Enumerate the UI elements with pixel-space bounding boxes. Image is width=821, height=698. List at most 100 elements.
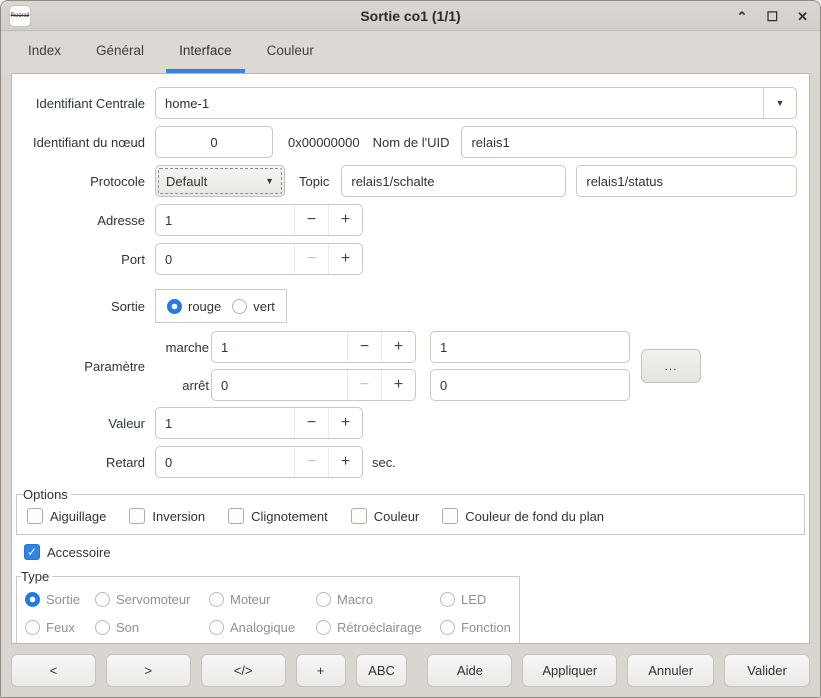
minus-icon: − bbox=[347, 370, 381, 400]
previous-button[interactable]: < bbox=[11, 654, 96, 687]
node-id-input[interactable]: 0 bbox=[155, 126, 273, 158]
delay-unit: sec. bbox=[372, 455, 396, 470]
parameter-off-label: arrêt bbox=[155, 378, 211, 393]
plus-icon[interactable]: + bbox=[328, 447, 362, 477]
checkbox-clignotement[interactable]: Clignotement bbox=[228, 508, 328, 524]
radio-type-sortie[interactable]: Sortie bbox=[25, 587, 95, 611]
interface-panel: Identifiant Centrale home-1 ▼ Identifian… bbox=[11, 73, 810, 644]
parameter-off-stepper[interactable]: 0 − + bbox=[211, 369, 416, 401]
checkbox-icon bbox=[27, 508, 43, 524]
minus-icon: − bbox=[294, 244, 328, 274]
maximize-icon[interactable]: ☐ bbox=[766, 10, 778, 23]
radio-type-analogique[interactable]: Analogique bbox=[209, 615, 316, 639]
more-options-button[interactable]: ... bbox=[641, 349, 701, 383]
type-legend: Type bbox=[21, 569, 52, 584]
port-stepper[interactable]: 0 − + bbox=[155, 243, 363, 275]
delay-stepper[interactable]: 0 − + bbox=[155, 446, 363, 478]
radio-type-son[interactable]: Son bbox=[95, 615, 209, 639]
plus-icon[interactable]: + bbox=[328, 408, 362, 438]
minus-icon[interactable]: − bbox=[347, 332, 381, 362]
radio-type-fonction[interactable]: Fonction bbox=[440, 615, 511, 639]
radio-type-son-label: Son bbox=[116, 620, 139, 635]
parameter-off-input[interactable]: 0 bbox=[430, 369, 630, 401]
radio-unselected-icon bbox=[95, 592, 110, 607]
node-id-row: Identifiant du nœud 0 0x00000000 Nom de … bbox=[12, 126, 809, 158]
checkbox-aiguillage[interactable]: Aiguillage bbox=[27, 508, 106, 524]
delay-label: Retard bbox=[12, 455, 155, 470]
checked-icon: ✓ bbox=[24, 544, 40, 560]
plus-icon[interactable]: + bbox=[328, 205, 362, 235]
value-row: Valeur 1 − + bbox=[12, 407, 809, 439]
plus-icon[interactable]: + bbox=[328, 244, 362, 274]
next-button[interactable]: > bbox=[106, 654, 191, 687]
abc-button[interactable]: ABC bbox=[356, 654, 408, 687]
radio-type-retroeclairage[interactable]: Rétroéclairage bbox=[316, 615, 440, 639]
tabbar: Index Général Interface Couleur bbox=[1, 31, 820, 73]
tab-interface[interactable]: Interface bbox=[166, 31, 245, 73]
parameter-on-stepper[interactable]: 1 − + bbox=[211, 331, 416, 363]
delay-value[interactable]: 0 bbox=[156, 447, 294, 477]
add-button[interactable]: + bbox=[296, 654, 346, 687]
value-stepper[interactable]: 1 − + bbox=[155, 407, 363, 439]
options-checkbox-row: Aiguillage Inversion Clignotement Couleu… bbox=[27, 508, 794, 524]
tab-general[interactable]: Général bbox=[83, 31, 157, 73]
ok-button[interactable]: Valider bbox=[724, 654, 810, 687]
radio-type-feux[interactable]: Feux bbox=[25, 615, 95, 639]
parameter-on-value[interactable]: 1 bbox=[212, 332, 347, 362]
protocol-row: Protocole Default ▼ Topic relais1/schalt… bbox=[12, 165, 809, 197]
minus-icon: − bbox=[294, 447, 328, 477]
tab-couleur[interactable]: Couleur bbox=[254, 31, 327, 73]
protocol-label: Protocole bbox=[12, 174, 155, 189]
radio-vert[interactable]: vert bbox=[232, 299, 275, 314]
parameter-off-row: arrêt 0 − + 0 bbox=[155, 369, 630, 401]
radio-type-servomoteur[interactable]: Servomoteur bbox=[95, 587, 209, 611]
checkbox-aiguillage-label: Aiguillage bbox=[50, 509, 106, 524]
uid-name-input[interactable]: relais1 bbox=[461, 126, 797, 158]
window-controls: ⌃ ☐ ✕ bbox=[737, 1, 808, 31]
checkbox-couleur[interactable]: Couleur bbox=[351, 508, 420, 524]
radio-rouge-label: rouge bbox=[188, 299, 221, 314]
topic-input[interactable]: relais1/schalte bbox=[341, 165, 566, 197]
status-topic-input[interactable]: relais1/status bbox=[576, 165, 797, 197]
plus-icon[interactable]: + bbox=[381, 370, 415, 400]
minus-icon[interactable]: − bbox=[294, 205, 328, 235]
cancel-button[interactable]: Annuler bbox=[627, 654, 714, 687]
shade-icon[interactable]: ⌃ bbox=[737, 10, 748, 23]
protocol-dropdown[interactable]: Default ▼ bbox=[155, 165, 285, 197]
parameter-on-row: marche 1 − + 1 bbox=[155, 331, 630, 363]
footer-toolbar: < > </> + ABC Aide Appliquer Annuler Val… bbox=[1, 644, 820, 697]
address-stepper[interactable]: 1 − + bbox=[155, 204, 363, 236]
parameter-on-input[interactable]: 1 bbox=[430, 331, 630, 363]
radio-rouge[interactable]: rouge bbox=[167, 299, 221, 314]
central-id-value: home-1 bbox=[156, 88, 763, 118]
central-id-combobox[interactable]: home-1 ▼ bbox=[155, 87, 797, 119]
type-radio-grid: Sortie Servomoteur Moteur Macro LED bbox=[25, 587, 511, 639]
plus-icon[interactable]: + bbox=[381, 332, 415, 362]
radio-type-moteur[interactable]: Moteur bbox=[209, 587, 316, 611]
output-row: Sortie rouge vert bbox=[12, 289, 809, 323]
close-icon[interactable]: ✕ bbox=[797, 10, 808, 23]
radio-type-macro[interactable]: Macro bbox=[316, 587, 440, 611]
checkbox-icon bbox=[442, 508, 458, 524]
output-radio-group: rouge vert bbox=[155, 289, 287, 323]
radio-type-retroeclairage-label: Rétroéclairage bbox=[337, 620, 422, 635]
checkbox-inversion[interactable]: Inversion bbox=[129, 508, 205, 524]
checkbox-accessoire[interactable]: ✓ Accessoire bbox=[24, 544, 809, 560]
radio-type-led[interactable]: LED bbox=[440, 587, 511, 611]
apply-button[interactable]: Appliquer bbox=[522, 654, 617, 687]
minus-icon[interactable]: − bbox=[294, 408, 328, 438]
value-value[interactable]: 1 bbox=[156, 408, 294, 438]
chevron-down-icon[interactable]: ▼ bbox=[763, 88, 796, 118]
checkbox-accessoire-label: Accessoire bbox=[47, 545, 111, 560]
tab-index[interactable]: Index bbox=[15, 31, 74, 73]
radio-vert-label: vert bbox=[253, 299, 275, 314]
port-value[interactable]: 0 bbox=[156, 244, 294, 274]
address-label: Adresse bbox=[12, 213, 155, 228]
xml-button[interactable]: </> bbox=[201, 654, 286, 687]
checkbox-couleur-fond[interactable]: Couleur de fond du plan bbox=[442, 508, 604, 524]
address-value[interactable]: 1 bbox=[156, 205, 294, 235]
parameter-off-value[interactable]: 0 bbox=[212, 370, 347, 400]
help-button[interactable]: Aide bbox=[427, 654, 512, 687]
radio-unselected-icon bbox=[316, 620, 331, 635]
port-row: Port 0 − + bbox=[12, 243, 809, 275]
